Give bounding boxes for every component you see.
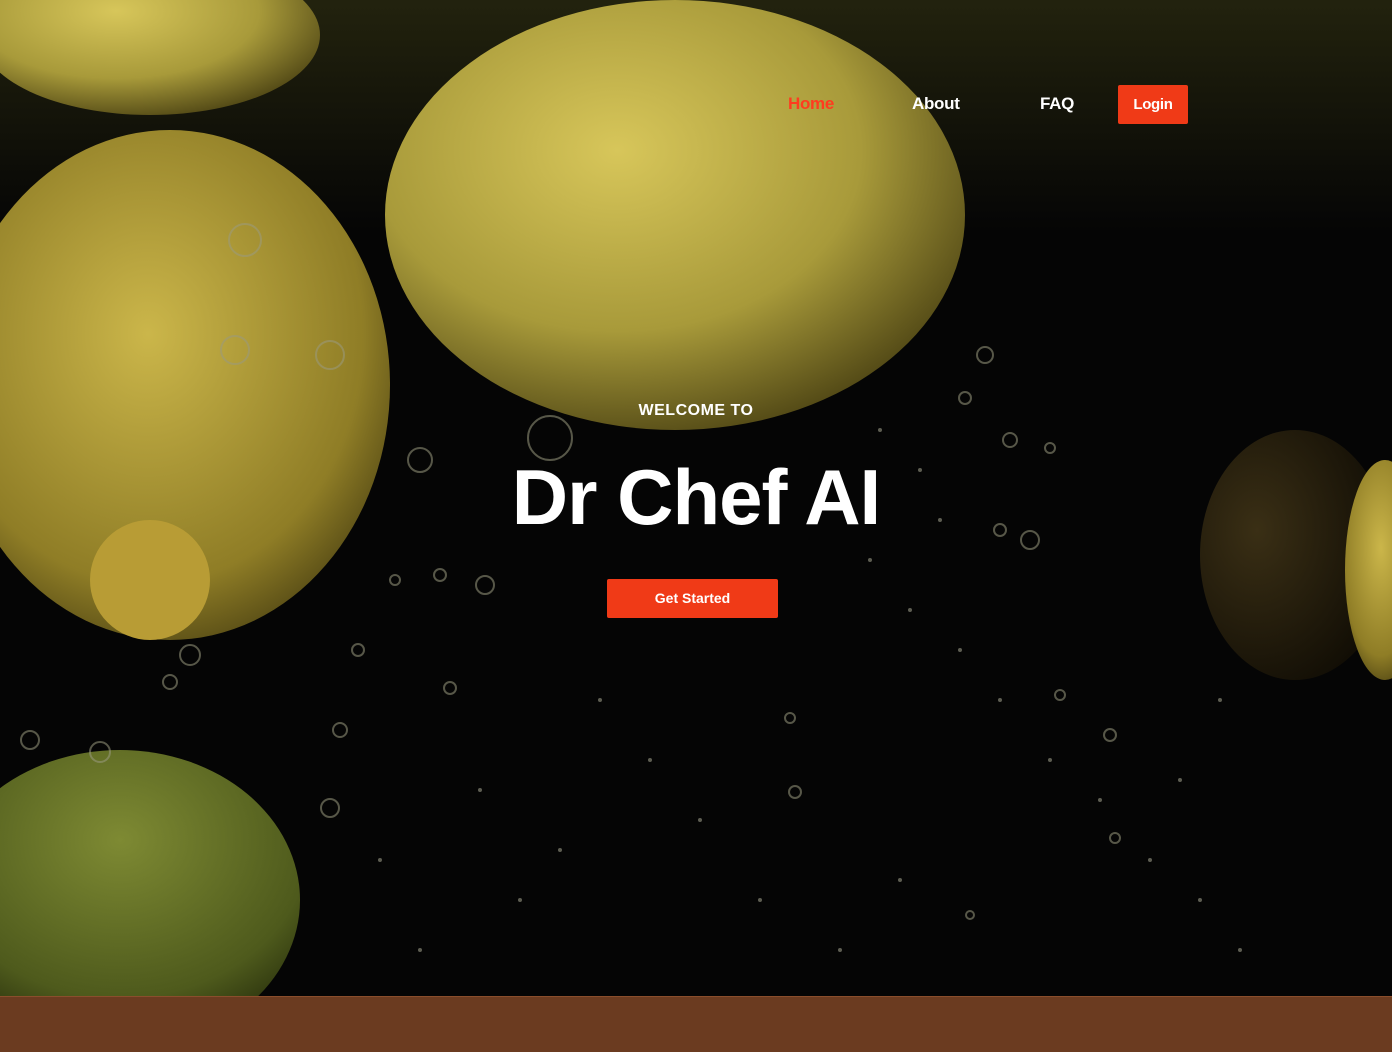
- page: Home About FAQ Login WELCOME TO Dr Chef …: [0, 0, 1392, 1052]
- hero-title: Dr Chef AI: [511, 453, 881, 541]
- nav-faq-link[interactable]: FAQ: [1040, 94, 1074, 114]
- top-navigation: Home About FAQ Login: [0, 85, 1392, 125]
- nav-about-link[interactable]: About: [912, 94, 960, 114]
- get-started-button[interactable]: Get Started: [607, 579, 778, 618]
- next-section-band: [0, 996, 1392, 1052]
- hero-section: Home About FAQ Login WELCOME TO Dr Chef …: [0, 0, 1392, 996]
- login-button[interactable]: Login: [1118, 85, 1188, 124]
- hero-welcome-text: WELCOME TO: [638, 402, 754, 419]
- nav-home-link[interactable]: Home: [788, 94, 834, 114]
